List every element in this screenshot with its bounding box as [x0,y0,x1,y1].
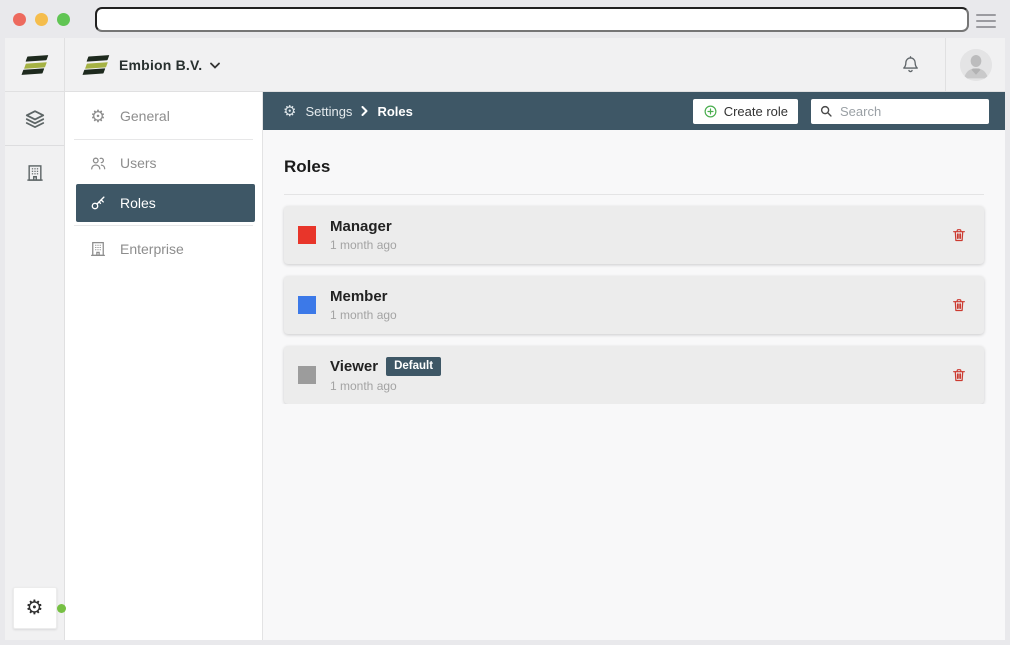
breadcrumb-settings[interactable]: Settings [305,104,352,119]
header-actions [900,38,1005,91]
trash-icon [951,367,967,384]
embion-logo-icon [21,55,48,74]
role-row-member[interactable]: Member 1 month ago [284,276,984,334]
maximize-window-button[interactable] [57,13,70,26]
sidebar-item-label: Users [120,155,157,171]
role-info: Viewer Default 1 month ago [330,357,441,393]
role-color-swatch [298,366,316,384]
sidebar-item-roles[interactable]: Roles [76,184,255,222]
avatar [960,49,992,81]
main-panel: ⚙ Settings Roles Create role [263,92,1005,640]
page-content: Roles Manager 1 month ago [263,130,1005,404]
close-window-button[interactable] [13,13,26,26]
address-bar[interactable] [95,7,969,32]
building-icon [89,240,107,258]
key-icon [89,194,107,212]
layers-icon [24,108,46,130]
sidebar-item-label: Roles [120,195,156,211]
role-row-manager[interactable]: Manager 1 month ago [284,206,984,264]
app-window: Embion B.V. [5,38,1005,640]
bell-icon [900,54,921,75]
role-updated: 1 month ago [330,238,397,252]
notifications-button[interactable] [900,38,945,91]
breadcrumb-current: Roles [377,104,412,119]
minimize-window-button[interactable] [35,13,48,26]
app-header: Embion B.V. [5,38,1005,92]
role-color-swatch [298,226,316,244]
sidebar-item-enterprise[interactable]: Enterprise [65,229,262,269]
company-name: Embion B.V. [119,57,202,73]
role-color-swatch [298,296,316,314]
search-box [811,99,989,124]
gear-icon: ⚙ [283,104,296,119]
delete-role-button[interactable] [951,297,967,314]
search-icon [819,104,833,118]
sidebar-item-label: General [120,108,170,124]
rail-item-enterprise[interactable] [5,146,64,200]
role-info: Member 1 month ago [330,288,397,322]
sidebar-item-general[interactable]: ⚙ General [65,96,262,136]
rail-item-stack[interactable] [5,92,64,146]
role-row-viewer[interactable]: Viewer Default 1 month ago [284,346,984,404]
role-name: Viewer [330,358,378,375]
chevron-down-icon [210,62,220,69]
sidebar-item-users[interactable]: Users [65,143,262,183]
create-role-button[interactable]: Create role [693,99,798,124]
title-divider [284,194,984,195]
app-body: ⚙ ⚙ General Users [5,92,1005,640]
sidebar-item-label: Enterprise [120,241,184,257]
rail-logo-cell[interactable] [5,38,65,91]
sidebar-divider [74,139,253,140]
role-info: Manager 1 month ago [330,218,397,252]
embion-logo-icon [82,55,109,74]
search-input[interactable] [840,104,981,119]
plus-circle-icon [703,104,718,119]
settings-shortcut-button[interactable]: ⚙ [13,587,57,629]
user-menu[interactable] [946,38,1005,91]
create-role-label: Create role [724,104,788,119]
gear-icon: ⚙ [26,598,44,618]
role-updated: 1 month ago [330,308,397,322]
browser-chrome [0,0,1010,38]
module-rail: ⚙ [5,92,65,640]
breadcrumb: ⚙ Settings Roles [283,104,413,119]
sidebar-divider [74,225,253,226]
window-controls [0,13,70,26]
trash-icon [951,227,967,244]
delete-role-button[interactable] [951,367,967,384]
page-title: Roles [284,157,984,177]
default-badge: Default [386,357,441,376]
chevron-right-icon [361,106,368,116]
organization-switcher[interactable]: Embion B.V. [65,38,900,91]
role-name: Member [330,288,388,305]
role-updated: 1 month ago [330,379,441,393]
users-icon [89,154,107,172]
delete-role-button[interactable] [951,227,967,244]
settings-sidebar: ⚙ General Users [65,92,263,640]
browser-menu-icon[interactable] [976,14,996,28]
online-status-dot [57,604,66,613]
page-toolbar: ⚙ Settings Roles Create role [263,92,1005,130]
gear-icon: ⚙ [89,107,107,125]
building-icon [25,163,45,183]
role-name: Manager [330,218,392,235]
trash-icon [951,297,967,314]
